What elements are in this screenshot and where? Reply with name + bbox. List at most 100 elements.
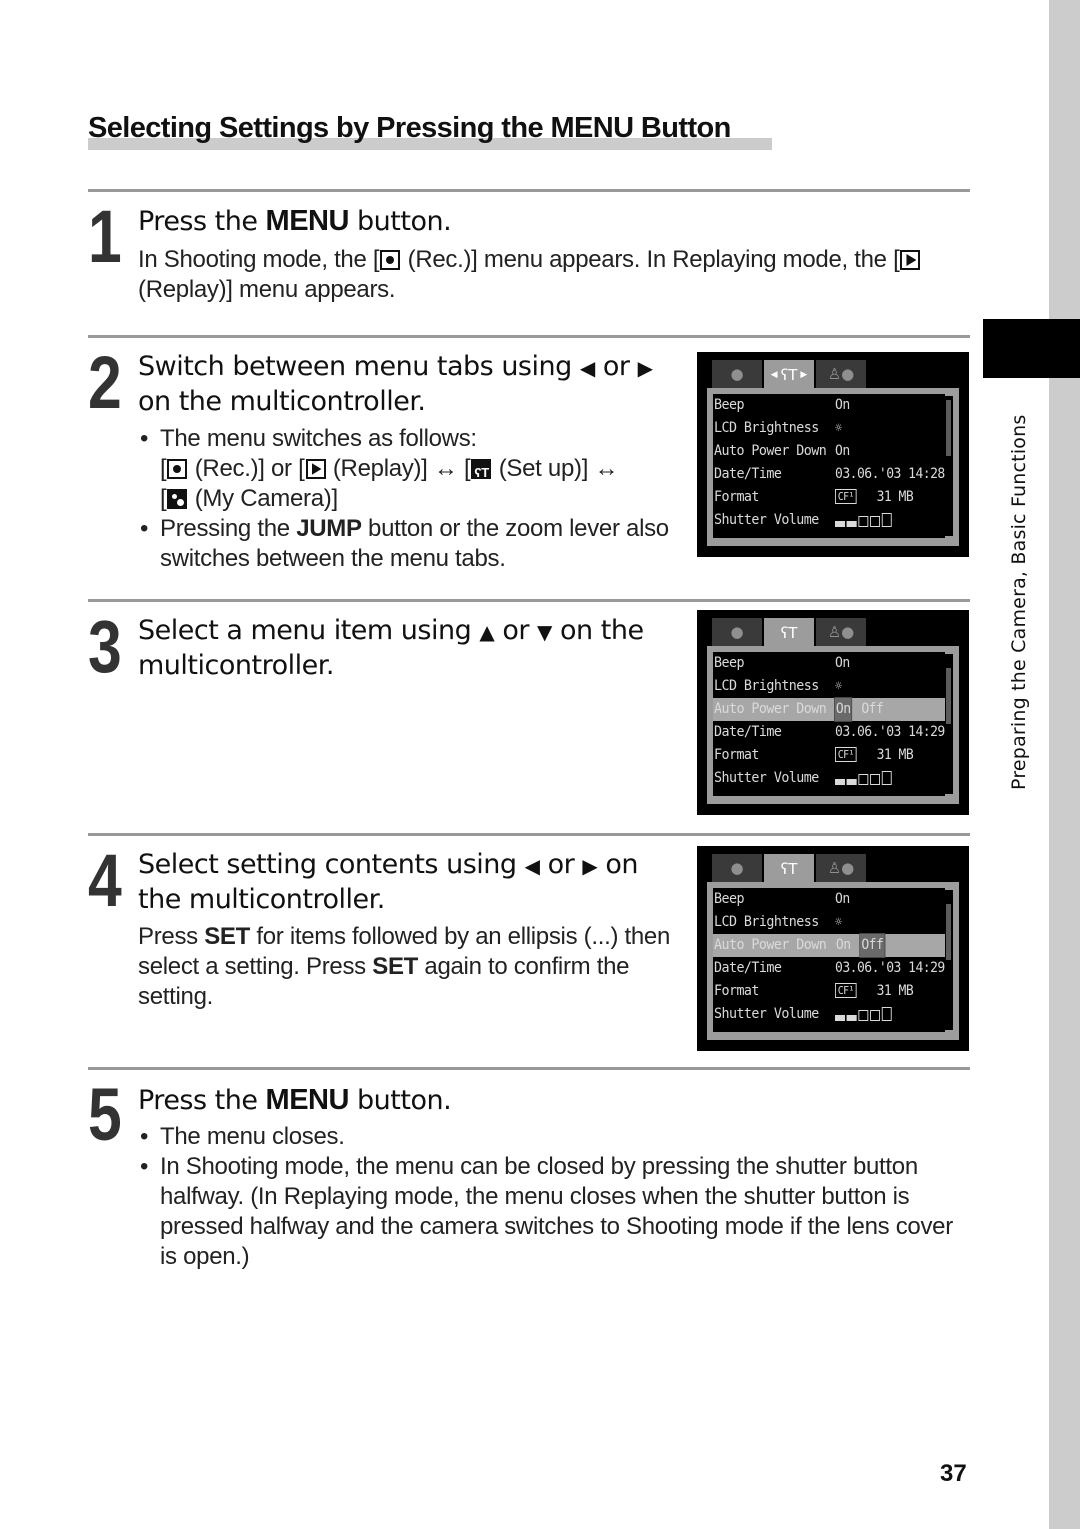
body-text: Press [138,923,205,950]
lcd-tab-my-camera[interactable]: ♙● [816,360,866,388]
menu-item-label: Format [714,747,759,763]
menu-item-value: On [835,655,850,671]
lcd-scrollbar[interactable] [945,890,953,1030]
lcd-tab-my-camera[interactable]: ♙● [816,618,866,646]
bullet-item: Pressing the JUMP button or the zoom lev… [138,514,688,574]
lcd-menu-item[interactable]: Shutter Volume [713,767,945,790]
heading-text: on the [560,615,644,646]
volume-step [881,771,892,785]
bullet-item: The menu closes. [138,1122,973,1152]
replay-icon [900,250,921,270]
volume-step [858,774,869,785]
heading-text: button. [348,206,452,237]
lcd-menu-item[interactable]: Date/Time 03.06.'03 14:29 [713,957,945,980]
lcd-menu-list: Beep On LCD Brightness ☼ Auto Power Down On Da… [713,394,945,538]
lcd-menu-item[interactable]: Auto Power Down On [713,440,945,463]
camera-icon: ● [730,623,744,641]
menu-button-name: MENU [265,205,350,237]
menu-item-label: LCD Brightness [714,420,819,436]
lcd-menu-item[interactable]: Beep On [713,394,945,417]
menu-item-value: ☼ [835,915,842,930]
step-2-heading: Switch between menu tabs using ◀ or ▶ on… [138,350,688,419]
lcd-tab-my-camera[interactable]: ♙● [816,854,866,882]
lcd-menu-item[interactable]: Format CF¹ 31 MB [713,486,945,509]
lcd-menu-item[interactable]: Auto Power Down On Off [713,697,945,722]
volume-step [846,779,857,785]
lcd-menu-item[interactable]: Auto Power Down On Off [713,933,945,958]
lcd-tab-setup[interactable]: ʕT [764,854,814,884]
body-text: (Replay)] menu appears. [138,276,396,303]
heading-text: Press the [138,206,266,237]
option-on[interactable]: On [835,934,851,957]
lcd-menu-item[interactable]: Date/Time 03.06.'03 14:28 [713,463,945,486]
menu-item-label: Beep [714,655,744,671]
scrollbar-thumb[interactable] [946,904,951,960]
step-number-5: 5 [88,1073,122,1156]
lcd-menu-item[interactable]: LCD Brightness ☼ [713,417,945,440]
body-text: In Shooting mode, the [ [138,246,380,273]
menu-item-value: On [835,891,850,907]
volume-level-indicator [835,1005,892,1021]
scrollbar-thumb[interactable] [946,400,951,456]
option-on[interactable]: On [834,697,853,722]
menu-item-value: 03.06.'03 14:29 [835,724,945,740]
wrench-icon: ʕT [780,366,798,384]
lcd-tab-rec[interactable]: ● [712,360,762,388]
wrench-icon: ʕT [780,860,798,878]
lcd-menu-item[interactable]: Format CF¹ 31 MB [713,980,945,1003]
step-divider [88,599,970,602]
double-arrow-icon: ↔ [594,455,619,482]
menu-item-label: LCD Brightness [714,678,819,694]
my-camera-icon: ♙● [827,859,855,877]
step-1-body: In Shooting mode, the [ (Rec.)] menu app… [138,245,968,305]
lcd-menu-item[interactable]: Shutter Volume [713,509,945,532]
cf-card-icon: CF¹ [835,747,857,762]
heading-text: or [502,615,529,646]
menu-item-label: Auto Power Down [714,443,827,459]
lcd-tab-rec[interactable]: ● [712,854,762,882]
left-triangle-icon: ◀ [524,854,540,878]
lcd-tab-setup[interactable]: ʕT [764,618,814,648]
lcd-menu-item[interactable]: Shutter Volume [713,1003,945,1026]
up-triangle-icon: ▲ [479,620,495,644]
lcd-menu-item[interactable]: Beep On [713,888,945,911]
scrollbar-thumb[interactable] [946,668,951,724]
step-divider [88,189,970,192]
lcd-menu-item[interactable]: Format CF¹ 31 MB [713,744,945,767]
volume-step [835,1015,845,1021]
menu-item-value: CF¹ 31 MB [835,744,914,767]
lcd-scrollbar[interactable] [945,396,953,536]
page-number: 37 [940,1460,967,1487]
heading-text: on [605,849,638,880]
option-off[interactable]: Off [860,698,884,721]
my-camera-icon: ♙● [827,623,855,641]
option-off[interactable]: Off [859,933,886,958]
lcd-tab-setup[interactable]: ◀ ʕT ▶ [764,360,814,390]
lcd-menu-item[interactable]: LCD Brightness ☼ [713,675,945,698]
menu-item-value: On Off [835,933,886,958]
title-text-suffix: Button [633,112,731,144]
lcd-scrollbar[interactable] [945,654,953,794]
rec-camera-icon [380,250,401,270]
volume-step [858,1010,869,1021]
chapter-tab-marker [983,319,1080,378]
title-text-menu: MENU [550,112,634,144]
lcd-menu-item[interactable]: Date/Time 03.06.'03 14:29 [713,721,945,744]
page-title: Selecting Settings by Pressing the MENU … [88,110,733,148]
lcd-menu-item[interactable]: LCD Brightness ☼ [713,911,945,934]
menu-item-label: Date/Time [714,960,782,976]
body-text: (Set up)] [492,455,595,482]
card-capacity: 31 MB [869,489,914,505]
menu-item-label: Format [714,489,759,505]
heading-text: Select setting contents using [138,849,517,880]
set-button-name: SET [204,923,250,950]
lcd-tab-rec[interactable]: ● [712,618,762,646]
menu-item-label: Date/Time [714,466,782,482]
heading-text: multicontroller. [138,650,334,681]
step-5-body: The menu closes. In Shooting mode, the m… [138,1122,973,1272]
camera-lcd-screen: ● ◀ ʕT ▶ ♙● Beep On LCD Brightness ☼ Auto Power D… [697,352,969,557]
heading-text: Press the [138,1085,266,1116]
volume-step [870,774,880,785]
lcd-menu-item[interactable]: Beep On [713,652,945,675]
step-2-body: The menu switches as follows: [ (Rec.)] … [138,424,688,574]
